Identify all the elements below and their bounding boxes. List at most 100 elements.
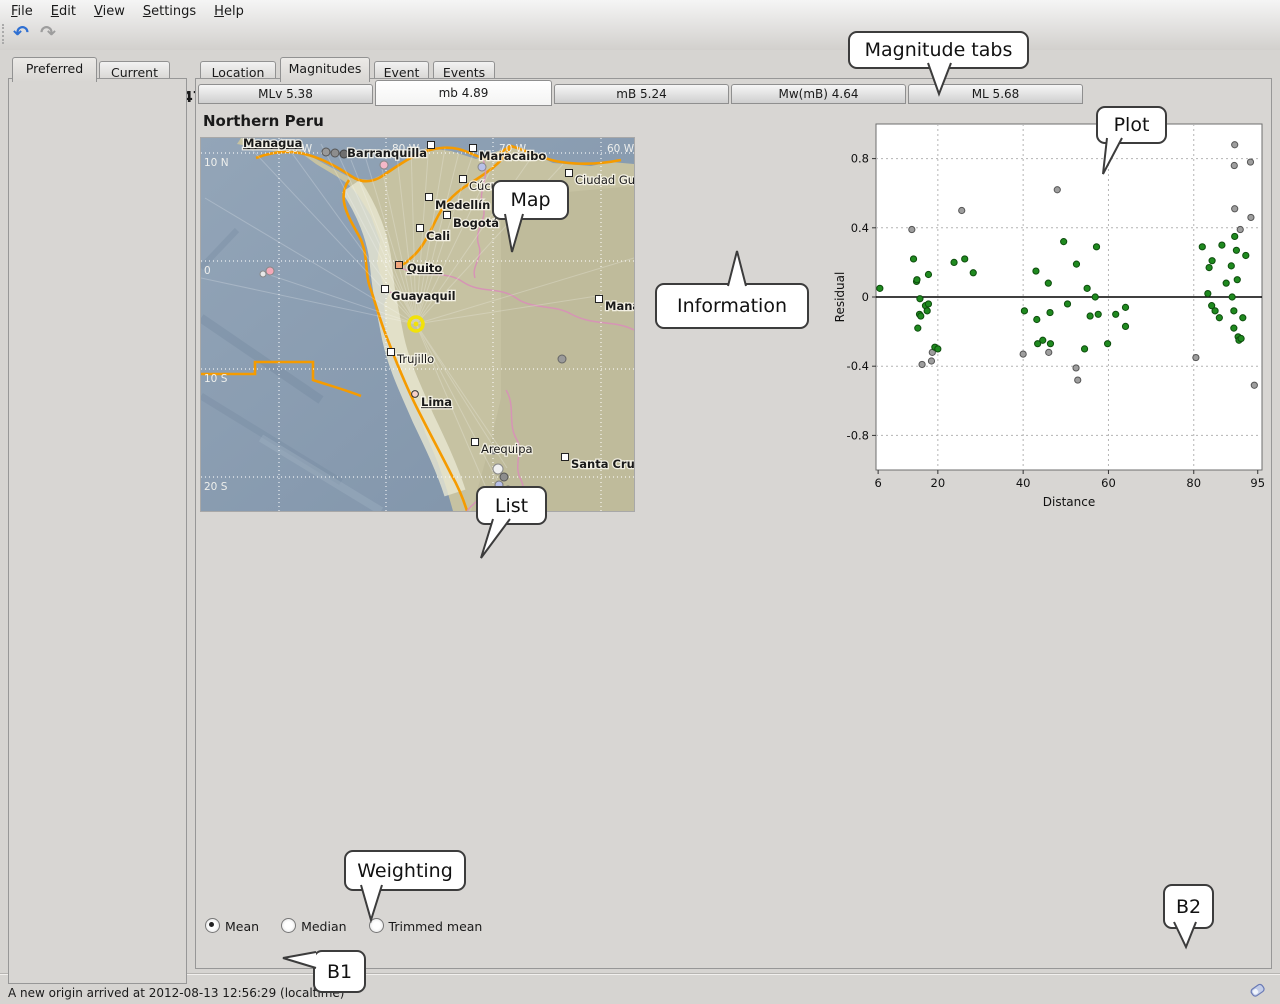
plot-point-used[interactable] xyxy=(1231,325,1237,331)
plot-point-used[interactable] xyxy=(918,313,924,319)
plot-point-used[interactable] xyxy=(1199,244,1205,250)
menu-item-file[interactable]: File xyxy=(2,1,42,22)
plot-point-used[interactable] xyxy=(917,296,923,302)
plot-point-unused[interactable] xyxy=(909,226,915,232)
plot-point-used[interactable] xyxy=(935,346,941,352)
plot-point-used[interactable] xyxy=(1047,309,1053,315)
plot-point-used[interactable] xyxy=(1073,261,1079,267)
plot-point-unused[interactable] xyxy=(1247,159,1253,165)
plot-point-used[interactable] xyxy=(924,308,930,314)
menu-item-help[interactable]: Help xyxy=(205,1,253,22)
plot-point-used[interactable] xyxy=(1240,315,1246,321)
plot-point-unused[interactable] xyxy=(1073,365,1079,371)
plot-point-used[interactable] xyxy=(1033,268,1039,274)
plot-point-used[interactable] xyxy=(1084,285,1090,291)
toolbar-handle[interactable] xyxy=(2,24,7,44)
plot-point-used[interactable] xyxy=(962,256,968,262)
plot-point-used[interactable] xyxy=(1113,311,1119,317)
callout-tail xyxy=(280,948,320,974)
svg-text:80: 80 xyxy=(1186,476,1201,490)
plot-point-used[interactable] xyxy=(910,256,916,262)
plot-point-used[interactable] xyxy=(1209,258,1215,264)
magnitude-tab-mlv[interactable]: MLv 5.38 xyxy=(198,84,373,104)
plot-point-used[interactable] xyxy=(1021,308,1027,314)
residual-plot[interactable]: 62040608095-0.8-0.400.40.8ResidualDistan… xyxy=(830,114,1270,514)
plot-point-used[interactable] xyxy=(1087,313,1093,319)
radio-label: Median xyxy=(301,919,346,934)
plot-point-unused[interactable] xyxy=(1237,226,1243,232)
back-button[interactable]: ↶ xyxy=(9,23,33,45)
svg-text:40: 40 xyxy=(1016,476,1031,490)
plot-point-used[interactable] xyxy=(1081,346,1087,352)
plot-point-used[interactable] xyxy=(1105,341,1111,347)
plot-point-used[interactable] xyxy=(1234,277,1240,283)
plot-point-used[interactable] xyxy=(1231,308,1237,314)
plot-point-unused[interactable] xyxy=(1075,377,1081,383)
plot-point-used[interactable] xyxy=(1206,264,1212,270)
menu-item-edit[interactable]: Edit xyxy=(42,1,85,22)
plot-point-unused[interactable] xyxy=(1248,214,1254,220)
plot-point-used[interactable] xyxy=(1229,294,1235,300)
plot-point-used[interactable] xyxy=(1045,280,1051,286)
plot-point-used[interactable] xyxy=(970,270,976,276)
plot-point-unused[interactable] xyxy=(1046,349,1052,355)
plot-point-used[interactable] xyxy=(914,277,920,283)
plot-point-used[interactable] xyxy=(1212,308,1218,314)
radio-median[interactable] xyxy=(281,918,296,933)
city-label-managua: Managua xyxy=(243,137,302,150)
plot-point-used[interactable] xyxy=(925,271,931,277)
plot-point-used[interactable] xyxy=(1233,247,1239,253)
radio-mean[interactable] xyxy=(205,918,220,933)
plot-point-used[interactable] xyxy=(925,301,931,307)
plot-point-used[interactable] xyxy=(1064,301,1070,307)
plot-point-used[interactable] xyxy=(1238,335,1244,341)
city-label-santa-cruz: Santa Cruz xyxy=(571,457,635,471)
plot-point-unused[interactable] xyxy=(1231,162,1237,168)
svg-text:-0.4: -0.4 xyxy=(847,359,869,373)
plot-point-used[interactable] xyxy=(1061,239,1067,245)
plot-point-used[interactable] xyxy=(1216,315,1222,321)
plot-point-used[interactable] xyxy=(1205,290,1211,296)
plot-point-unused[interactable] xyxy=(1054,187,1060,193)
plot-point-used[interactable] xyxy=(877,285,883,291)
plot-point-used[interactable] xyxy=(1122,323,1128,329)
plot-point-used[interactable] xyxy=(1093,244,1099,250)
plot-point-used[interactable] xyxy=(1047,341,1053,347)
x-axis-label: Distance xyxy=(1043,495,1095,509)
plot-point-used[interactable] xyxy=(1243,252,1249,258)
plot-point-unused[interactable] xyxy=(959,207,965,213)
plot-point-unused[interactable] xyxy=(1251,382,1257,388)
magnitude-map[interactable]: 90 W80 W70 W60 W10 N010 S20 SManaguaBarr… xyxy=(200,137,635,512)
callout-tail xyxy=(1168,921,1204,951)
plot-point-used[interactable] xyxy=(1034,316,1040,322)
magnitude-tab-mw(mb)[interactable]: Mw(mB) 4.64 xyxy=(731,84,906,104)
magnitude-tab-mb[interactable]: mb 4.89 xyxy=(375,80,552,106)
plot-point-used[interactable] xyxy=(1122,304,1128,310)
tab-magnitudes[interactable]: Magnitudes xyxy=(280,57,370,82)
svg-text:10 N: 10 N xyxy=(204,157,229,169)
plot-point-unused[interactable] xyxy=(1232,142,1238,148)
plot-point-used[interactable] xyxy=(1040,337,1046,343)
epicenter-center xyxy=(414,322,419,327)
plot-point-unused[interactable] xyxy=(1020,351,1026,357)
menu-item-view[interactable]: View xyxy=(85,1,134,22)
forward-button[interactable]: ↷ xyxy=(36,23,60,45)
plot-point-used[interactable] xyxy=(1092,294,1098,300)
plot-point-used[interactable] xyxy=(915,325,921,331)
tab-preferred[interactable]: Preferred xyxy=(12,57,97,82)
callout-tail xyxy=(918,62,962,98)
plot-point-used[interactable] xyxy=(1095,311,1101,317)
plot-point-unused[interactable] xyxy=(919,361,925,367)
plot-point-unused[interactable] xyxy=(928,358,934,364)
plot-point-used[interactable] xyxy=(1223,280,1229,286)
menu-item-settings[interactable]: Settings xyxy=(134,1,205,22)
plot-point-used[interactable] xyxy=(1228,263,1234,269)
plot-point-used[interactable] xyxy=(1232,233,1238,239)
magnitude-tab-mb[interactable]: mB 5.24 xyxy=(554,84,729,104)
plot-point-unused[interactable] xyxy=(1193,354,1199,360)
plot-point-used[interactable] xyxy=(1219,242,1225,248)
plot-point-unused[interactable] xyxy=(1232,206,1238,212)
radio-label: Trimmed mean xyxy=(389,919,483,934)
plot-point-used[interactable] xyxy=(951,259,957,265)
svg-text:60 W: 60 W xyxy=(607,143,635,155)
